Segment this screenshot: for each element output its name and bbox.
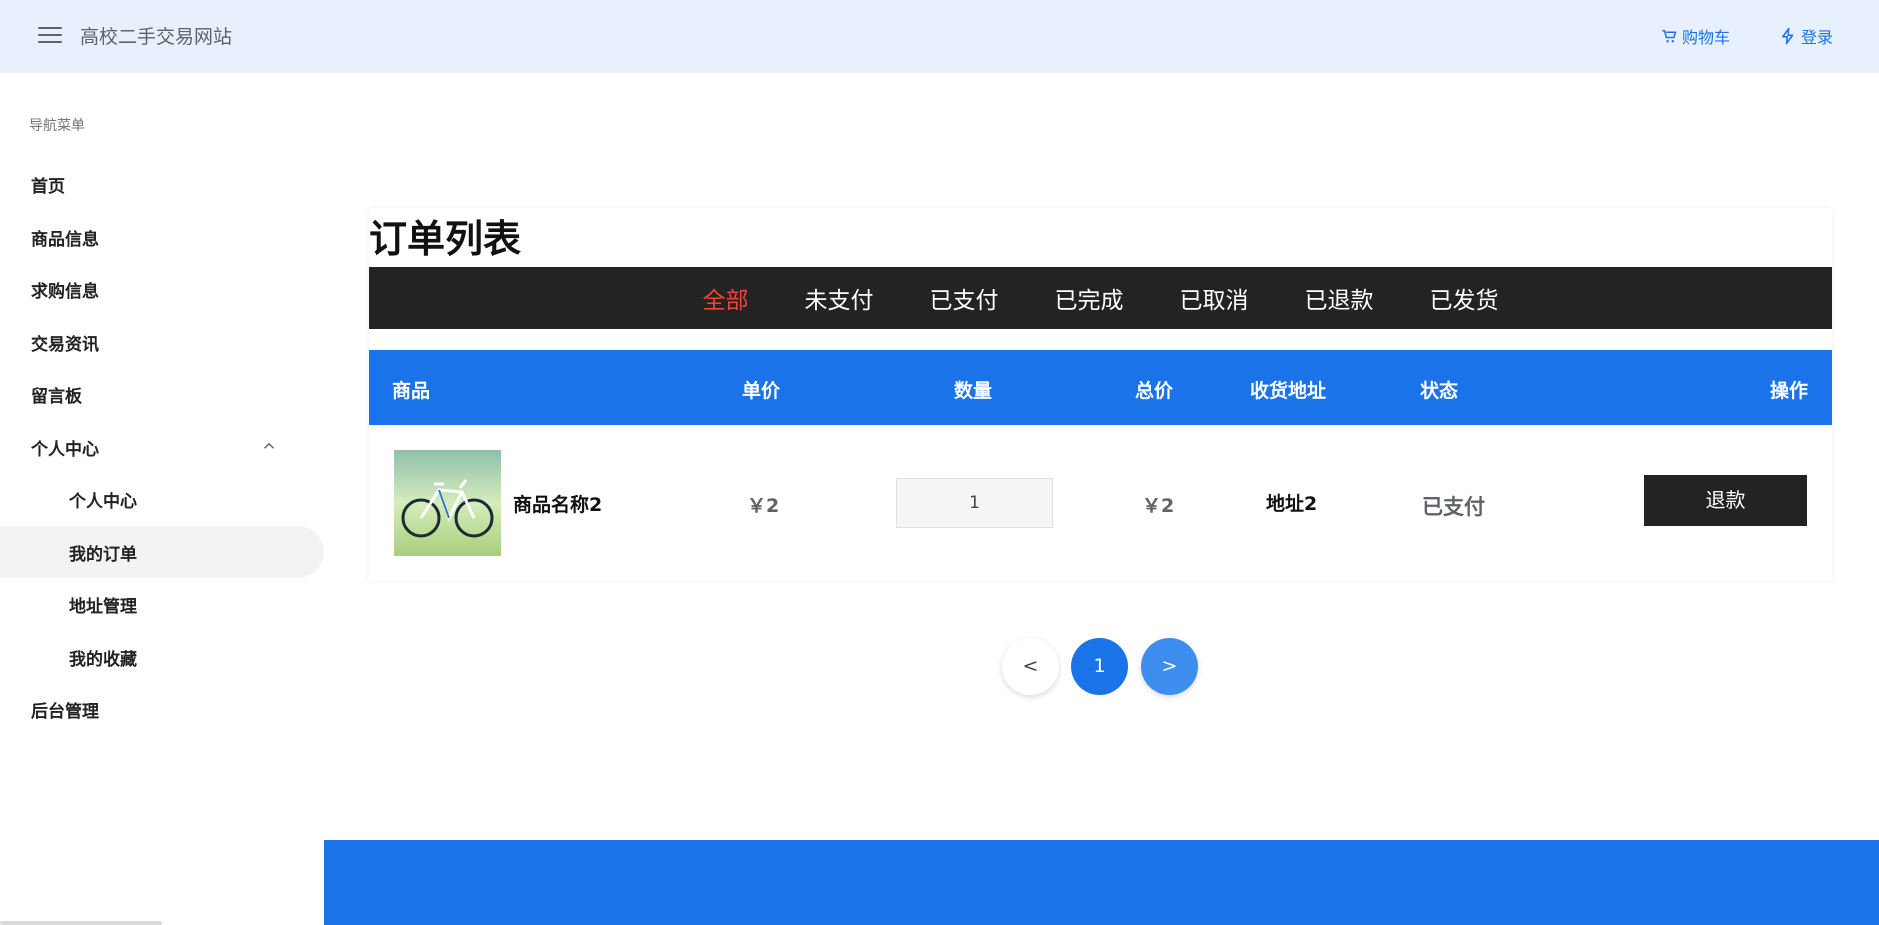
sidebar-item-my-orders[interactable]: 我的订单 — [0, 526, 324, 578]
table-row: 商品名称2 ￥2 1 ￥2 地址2 已支付 退款 — [369, 425, 1832, 580]
footer — [324, 840, 1879, 925]
site-title: 高校二手交易网站 — [80, 26, 233, 48]
hamburger-menu-icon[interactable] — [38, 26, 62, 46]
tab-refunded[interactable]: 已退款 — [1277, 281, 1402, 315]
sidebar-item-personal-center-group[interactable]: 个人中心 — [0, 421, 324, 473]
login-label: 登录 — [1801, 28, 1834, 47]
sidebar-scrollbar[interactable] — [0, 921, 162, 925]
order-status-tabs: 全部 未支付 已支付 已完成 已取消 已退款 已发货 — [369, 267, 1832, 329]
pagination-page-button[interactable]: 1 — [1071, 638, 1128, 695]
sidebar-item-label: 求购信息 — [31, 281, 99, 302]
sidebar-item-label: 我的订单 — [69, 544, 137, 565]
column-header-address: 收货地址 — [1250, 380, 1327, 402]
product-thumbnail[interactable] — [394, 450, 501, 556]
chevron-up-icon — [263, 442, 275, 449]
tab-completed[interactable]: 已完成 — [1027, 281, 1152, 315]
sidebar-item-wanted[interactable]: 求购信息 — [0, 263, 324, 315]
unit-price: ￥2 — [747, 495, 780, 517]
sidebar-item-message-board[interactable]: 留言板 — [0, 368, 324, 420]
sidebar-item-personal-center[interactable]: 个人中心 — [0, 473, 324, 525]
sidebar-item-label: 地址管理 — [69, 596, 137, 617]
sidebar-item-label: 后台管理 — [31, 701, 99, 722]
sidebar-item-address-management[interactable]: 地址管理 — [0, 578, 324, 630]
table-header: 商品 单价 数量 总价 收货地址 状态 操作 — [369, 350, 1832, 425]
quantity-field[interactable]: 1 — [896, 478, 1053, 528]
sidebar: 导航菜单 首页 商品信息 求购信息 交易资讯 留言板 个人中心 个人中心 我的订… — [0, 73, 324, 925]
tab-paid[interactable]: 已支付 — [902, 281, 1027, 315]
sidebar-item-label: 我的收藏 — [69, 649, 137, 670]
total-price: ￥2 — [1142, 495, 1175, 517]
sidebar-item-label: 首页 — [31, 176, 65, 197]
nav-header: 导航菜单 — [29, 118, 85, 134]
bicycle-image-icon — [394, 450, 501, 556]
column-header-status: 状态 — [1420, 380, 1459, 402]
column-header-unit-price: 单价 — [742, 380, 781, 402]
pagination-prev-button[interactable]: < — [1002, 638, 1059, 695]
sidebar-item-label: 交易资讯 — [31, 334, 99, 355]
sidebar-item-label: 商品信息 — [31, 229, 99, 250]
login-link[interactable]: 登录 — [1779, 24, 1833, 48]
top-app-bar: 高校二手交易网站 购物车 登录 — [0, 0, 1879, 73]
order-status: 已支付 — [1422, 495, 1485, 519]
page-title: 订单列表 — [369, 217, 522, 261]
sidebar-item-label: 留言板 — [31, 386, 82, 407]
cart-icon — [1662, 30, 1677, 43]
tab-shipped[interactable]: 已发货 — [1402, 281, 1527, 315]
sidebar-item-admin[interactable]: 后台管理 — [0, 683, 324, 735]
sidebar-item-news[interactable]: 交易资讯 — [0, 316, 324, 368]
sidebar-item-home[interactable]: 首页 — [0, 158, 324, 210]
pagination-next-button[interactable]: > — [1141, 638, 1198, 695]
tab-unpaid[interactable]: 未支付 — [777, 281, 902, 315]
column-header-product: 商品 — [392, 380, 431, 402]
tab-all[interactable]: 全部 — [675, 281, 777, 315]
cart-label: 购物车 — [1682, 28, 1731, 47]
column-header-action: 操作 — [1770, 380, 1809, 402]
sidebar-item-label: 个人中心 — [31, 439, 99, 460]
column-header-quantity: 数量 — [954, 380, 993, 402]
product-name[interactable]: 商品名称2 — [513, 490, 602, 517]
sidebar-item-my-favorites[interactable]: 我的收藏 — [0, 631, 324, 683]
sidebar-item-products[interactable]: 商品信息 — [0, 211, 324, 263]
cart-link[interactable]: 购物车 — [1660, 24, 1730, 48]
refund-button[interactable]: 退款 — [1644, 475, 1807, 526]
lightning-icon — [1782, 27, 1794, 45]
sidebar-item-label: 个人中心 — [69, 491, 137, 512]
tab-cancelled[interactable]: 已取消 — [1152, 281, 1277, 315]
column-header-total: 总价 — [1135, 380, 1174, 402]
shipping-address: 地址2 — [1266, 493, 1318, 515]
